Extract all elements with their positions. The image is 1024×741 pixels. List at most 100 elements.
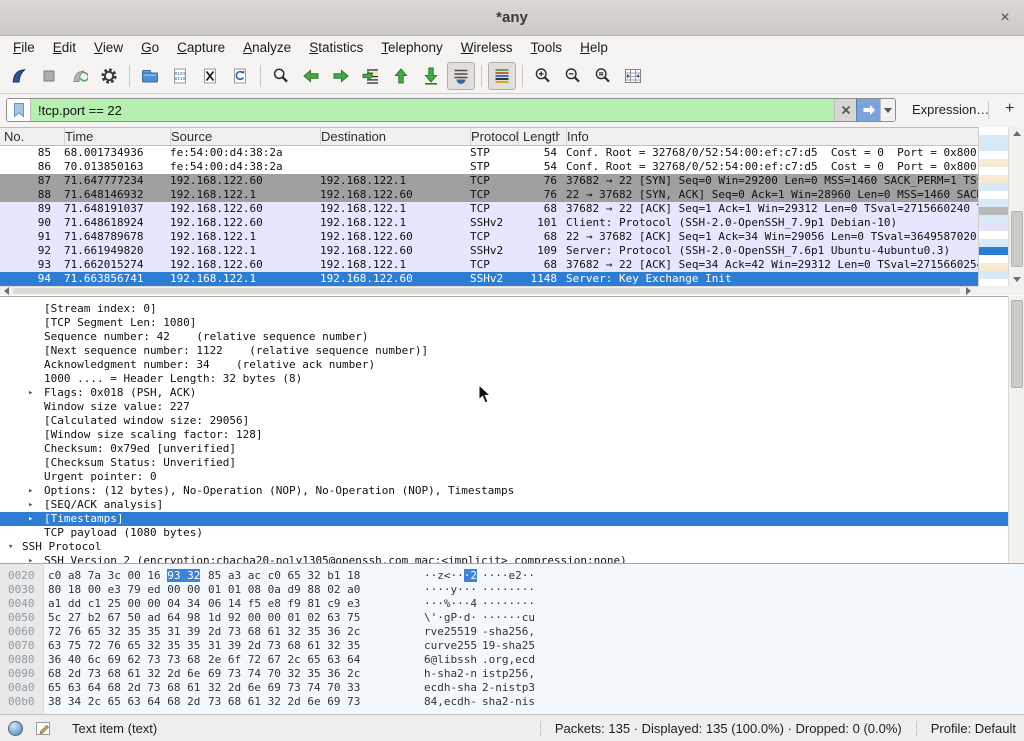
go-first-button[interactable]: [387, 62, 415, 90]
zoom-out-button[interactable]: [559, 62, 587, 90]
detail-line[interactable]: ▸[Timestamps]: [0, 512, 1008, 526]
resize-columns-button[interactable]: [619, 62, 647, 90]
hex-row-0090[interactable]: 009068 2d 73 68 61 32 2d 6e69 73 74 70 3…: [0, 667, 1024, 681]
detail-line[interactable]: [Checksum Status: Unverified]: [0, 456, 1008, 470]
column-header-protocol[interactable]: Protocol: [470, 128, 518, 145]
scrollbar-thumb[interactable]: [1011, 211, 1023, 267]
detail-line[interactable]: ▾SSH Protocol: [0, 540, 1008, 554]
expander-closed-icon[interactable]: ▸: [28, 512, 33, 526]
menu-capture[interactable]: Capture: [168, 38, 234, 57]
expander-closed-icon[interactable]: ▸: [28, 498, 33, 512]
detail-line[interactable]: [Calculated window size: 29056]: [0, 414, 1008, 428]
capture-start-button[interactable]: [5, 62, 33, 90]
scroll-down-icon[interactable]: [1009, 273, 1024, 286]
column-header-source[interactable]: Source: [170, 128, 316, 145]
packet-list-hscrollbar[interactable]: [0, 286, 978, 295]
capture-comment-icon[interactable]: [35, 720, 52, 737]
hex-row-00b0[interactable]: 00b038 34 2c 65 63 64 68 2d73 68 61 32 2…: [0, 695, 1024, 709]
detail-line[interactable]: Window size value: 227: [0, 400, 1008, 414]
go-back-button[interactable]: [297, 62, 325, 90]
save-file-button[interactable]: 01010110: [166, 62, 194, 90]
menu-wireless[interactable]: Wireless: [452, 38, 522, 57]
filter-clear-button[interactable]: [834, 99, 856, 121]
hex-row-0050[interactable]: 00505c 27 b2 67 50 ad 64 981d 92 00 00 0…: [0, 611, 1024, 625]
column-header-length[interactable]: Length: [518, 128, 560, 145]
menu-tools[interactable]: Tools: [522, 38, 572, 57]
close-file-button[interactable]: [196, 62, 224, 90]
filter-dropdown-button[interactable]: [880, 99, 895, 121]
reload-file-button[interactable]: [226, 62, 254, 90]
detail-line[interactable]: ▸Options: (12 bytes), No-Operation (NOP)…: [0, 484, 1008, 498]
packet-row-91[interactable]: 9171.648789678192.168.122.1192.168.122.6…: [0, 230, 978, 244]
packet-row-88[interactable]: 8871.648146932192.168.122.1192.168.122.6…: [0, 188, 978, 202]
hex-row-0080[interactable]: 008036 40 6c 69 62 73 73 682e 6f 72 67 2…: [0, 653, 1024, 667]
expander-open-icon[interactable]: ▾: [8, 540, 13, 554]
column-header-time[interactable]: Time: [64, 128, 166, 145]
column-header-no[interactable]: No.: [0, 128, 56, 145]
menu-analyze[interactable]: Analyze: [234, 38, 300, 57]
detail-line[interactable]: [Window size scaling factor: 128]: [0, 428, 1008, 442]
packet-row-94[interactable]: 9471.663856741192.168.122.1192.168.122.6…: [0, 272, 978, 286]
hex-row-0060[interactable]: 006072 76 65 32 35 35 31 392d 73 68 61 3…: [0, 625, 1024, 639]
filter-apply-button[interactable]: [856, 99, 880, 121]
expander-closed-icon[interactable]: ▸: [28, 484, 33, 498]
detail-line[interactable]: [TCP Segment Len: 1080]: [0, 316, 1008, 330]
profile-text[interactable]: Profile: Default: [916, 721, 1016, 736]
packet-row-92[interactable]: 9271.661949820192.168.122.1192.168.122.6…: [0, 244, 978, 258]
auto-scroll-button[interactable]: [447, 62, 475, 90]
expert-info-icon[interactable]: [8, 721, 23, 736]
close-window-icon[interactable]: ×: [996, 9, 1014, 27]
colorize-packets-button[interactable]: [488, 62, 516, 90]
expander-closed-icon[interactable]: ▸: [28, 386, 33, 400]
packet-row-85[interactable]: 8568.001734936fe:54:00:d4:38:2aSTP54Conf…: [0, 146, 978, 160]
hex-row-0070[interactable]: 007063 75 72 76 65 32 35 3531 39 2d 73 6…: [0, 639, 1024, 653]
zoom-original-button[interactable]: [589, 62, 617, 90]
menu-edit[interactable]: Edit: [44, 38, 85, 57]
packet-row-90[interactable]: 9071.648618924192.168.122.60192.168.122.…: [0, 216, 978, 230]
hex-row-0020[interactable]: 0020c0 a8 7a 3c 00 16 93 3285 a3 ac c0 6…: [0, 569, 1024, 583]
menu-help[interactable]: Help: [571, 38, 617, 57]
detail-line[interactable]: [Stream index: 0]: [0, 302, 1008, 316]
menu-file[interactable]: File: [4, 38, 44, 57]
packet-row-89[interactable]: 8971.648191037192.168.122.60192.168.122.…: [0, 202, 978, 216]
packet-list-vscrollbar[interactable]: [1008, 127, 1024, 286]
detail-line[interactable]: TCP payload (1080 bytes): [0, 526, 1008, 540]
detail-line[interactable]: 1000 .... = Header Length: 32 bytes (8): [0, 372, 1008, 386]
detail-line[interactable]: [Next sequence number: 1122 (relative se…: [0, 344, 1008, 358]
menu-telephony[interactable]: Telephony: [372, 38, 452, 57]
zoom-in-button[interactable]: [529, 62, 557, 90]
menu-go[interactable]: Go: [132, 38, 168, 57]
menu-view[interactable]: View: [85, 38, 132, 57]
packet-list-minimap[interactable]: [978, 127, 1008, 286]
filter-field[interactable]: !tcp.port == 22: [31, 99, 834, 121]
display-filter-input[interactable]: !tcp.port == 22: [6, 98, 896, 122]
find-packet-button[interactable]: [267, 62, 295, 90]
scroll-left-icon[interactable]: [0, 287, 12, 295]
column-header-info[interactable]: Info: [566, 128, 978, 145]
capture-restart-button[interactable]: [65, 62, 93, 90]
hex-row-0030[interactable]: 003080 18 00 e3 79 ed 00 0001 01 08 0a d…: [0, 583, 1024, 597]
column-header-destination[interactable]: Destination: [320, 128, 466, 145]
expander-closed-icon[interactable]: ▸: [28, 554, 33, 563]
hscrollbar-thumb[interactable]: [13, 288, 960, 294]
go-to-packet-button[interactable]: [357, 62, 385, 90]
packet-row-87[interactable]: 8771.647777234192.168.122.60192.168.122.…: [0, 174, 978, 188]
packet-list-header[interactable]: No. TimeSourceDestinationProtocolLength In…: [0, 127, 978, 146]
packet-row-86[interactable]: 8670.013850163fe:54:00:d4:38:2aSTP54Conf…: [0, 160, 978, 174]
scroll-right-icon[interactable]: [962, 287, 974, 295]
capture-stop-button[interactable]: [35, 62, 63, 90]
detail-line[interactable]: ▸SSH Version 2 (encryption:chacha20-poly…: [0, 554, 1008, 563]
hex-row-00a0[interactable]: 00a065 63 64 68 2d 73 68 6132 2d 6e 69 7…: [0, 681, 1024, 695]
detail-line[interactable]: Sequence number: 42 (relative sequence n…: [0, 330, 1008, 344]
scroll-up-icon[interactable]: [1009, 127, 1024, 140]
add-filter-button[interactable]: +: [998, 97, 1021, 121]
detail-line[interactable]: Checksum: 0x79ed [unverified]: [0, 442, 1008, 456]
detail-line[interactable]: Urgent pointer: 0: [0, 470, 1008, 484]
scrollbar-thumb[interactable]: [1011, 300, 1023, 388]
capture-options-button[interactable]: [95, 62, 123, 90]
expression-button[interactable]: Expression…: [906, 99, 995, 120]
filter-bookmark-button[interactable]: [7, 99, 31, 121]
go-forward-button[interactable]: [327, 62, 355, 90]
packet-row-93[interactable]: 9371.662015274192.168.122.60192.168.122.…: [0, 258, 978, 272]
go-last-button[interactable]: [417, 62, 445, 90]
